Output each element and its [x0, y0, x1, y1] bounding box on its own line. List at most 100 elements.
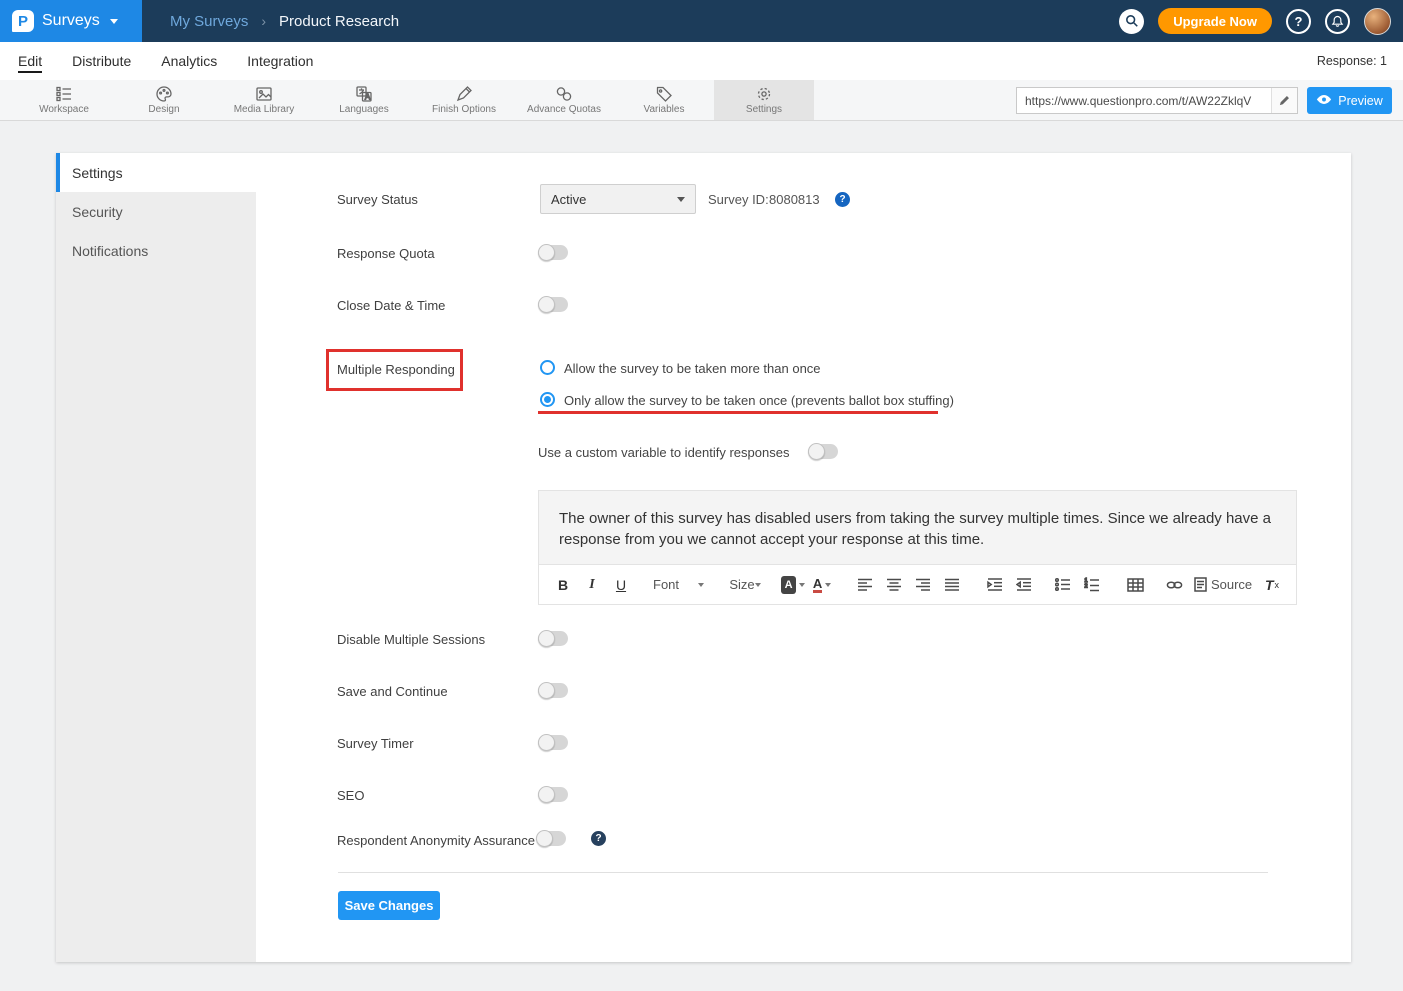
chevron-down-icon — [698, 583, 704, 587]
tab-integration[interactable]: Integration — [247, 42, 313, 80]
save-changes-button[interactable]: Save Changes — [338, 891, 440, 920]
anonymity-help-icon[interactable]: ? — [591, 831, 606, 846]
survey-timer-toggle[interactable] — [538, 735, 568, 750]
toggle-knob — [538, 734, 555, 751]
radio-allow-multiple-label[interactable]: Allow the survey to be taken more than o… — [564, 361, 821, 376]
disable-sessions-toggle[interactable] — [538, 631, 568, 646]
background-color-icon: A — [781, 576, 796, 594]
sidebar-item-security[interactable]: Security — [56, 192, 256, 231]
search-icon[interactable] — [1119, 9, 1144, 34]
chevron-down-icon — [825, 583, 831, 587]
ribbon-media-library-label: Media Library — [234, 104, 295, 115]
multiple-responding-label: Multiple Responding — [337, 362, 455, 377]
ribbon-languages[interactable]: A Languages — [314, 80, 414, 120]
remove-format-T: T — [1265, 577, 1274, 593]
toggle-knob — [538, 786, 555, 803]
bold-button[interactable]: B — [551, 572, 575, 598]
image-icon — [255, 85, 273, 103]
background-color-button[interactable]: A — [781, 572, 805, 598]
ribbon-settings[interactable]: Settings — [714, 80, 814, 120]
indent-button[interactable] — [983, 572, 1007, 598]
survey-status-select[interactable]: Active — [540, 184, 696, 214]
outdent-button[interactable] — [1012, 572, 1036, 598]
gear-icon — [755, 85, 773, 103]
ribbon-media-library[interactable]: Media Library — [214, 80, 314, 120]
response-count[interactable]: Response: 1 — [1317, 54, 1387, 68]
save-continue-toggle[interactable] — [538, 683, 568, 698]
topbar-actions: Upgrade Now ? — [1119, 0, 1391, 42]
custom-variable-label: Use a custom variable to identify respon… — [538, 445, 789, 460]
align-left-button[interactable] — [853, 572, 877, 598]
preview-button-label: Preview — [1338, 94, 1382, 108]
font-dropdown-label: Font — [653, 577, 679, 592]
questionpro-logo: P — [12, 10, 34, 32]
toggle-knob — [538, 630, 555, 647]
ribbon-finish-options[interactable]: Finish Options — [414, 80, 514, 120]
sidebar-item-settings[interactable]: Settings — [56, 153, 256, 192]
upgrade-now-button[interactable]: Upgrade Now — [1158, 8, 1272, 34]
tab-edit[interactable]: Edit — [18, 42, 42, 80]
custom-variable-toggle[interactable] — [808, 444, 838, 459]
ribbon-variables[interactable]: Variables — [614, 80, 714, 120]
font-dropdown[interactable]: Font — [648, 572, 709, 598]
bulleted-list-button[interactable] — [1051, 572, 1075, 598]
ribbon-finish-options-label: Finish Options — [432, 104, 496, 115]
radio-allow-once[interactable] — [540, 392, 555, 407]
align-center-button[interactable] — [882, 572, 906, 598]
underline-button[interactable]: U — [609, 572, 633, 598]
align-right-button[interactable] — [911, 572, 935, 598]
remove-format-x: x — [1275, 580, 1280, 590]
translate-icon: A — [355, 85, 373, 103]
disabled-message-text[interactable]: The owner of this survey has disabled us… — [539, 491, 1296, 564]
preview-button[interactable]: Preview — [1307, 87, 1392, 114]
toggle-knob — [536, 830, 553, 847]
workspace-icon — [55, 85, 73, 103]
editor-toolbar: B I U Font Size A A — [539, 564, 1296, 604]
breadcrumb-current: Product Research — [279, 13, 399, 30]
text-color-button[interactable]: A — [810, 572, 834, 598]
table-button[interactable] — [1123, 572, 1147, 598]
link-icon[interactable] — [1162, 572, 1186, 598]
tab-distribute[interactable]: Distribute — [72, 42, 131, 80]
radio-allow-once-label[interactable]: Only allow the survey to be taken once (… — [564, 393, 954, 408]
ribbon-right: Preview — [1016, 87, 1392, 114]
toggle-knob — [538, 244, 555, 261]
survey-status-label: Survey Status — [337, 192, 418, 207]
breadcrumb-my-surveys[interactable]: My Surveys — [170, 13, 248, 30]
italic-button[interactable]: I — [580, 572, 604, 598]
size-dropdown[interactable]: Size — [724, 572, 766, 598]
toggle-knob — [808, 443, 825, 460]
edit-url-icon[interactable] — [1271, 88, 1297, 113]
seo-toggle[interactable] — [538, 787, 568, 802]
ribbon-advance-quotas[interactable]: Advance Quotas — [514, 80, 614, 120]
survey-timer-label: Survey Timer — [337, 736, 414, 751]
toggle-knob — [538, 296, 555, 313]
anonymity-label: Respondent Anonymity Assurance — [337, 833, 535, 848]
remove-format-button[interactable]: T x — [1260, 572, 1284, 598]
sidebar-item-notifications[interactable]: Notifications — [56, 231, 256, 270]
ribbon-design[interactable]: Design — [114, 80, 214, 120]
survey-id-help-icon[interactable]: ? — [835, 192, 850, 207]
text-color-icon: A — [813, 577, 822, 593]
source-button[interactable]: Source — [1201, 572, 1245, 598]
ribbon-workspace[interactable]: Workspace — [14, 80, 114, 120]
numbered-list-button[interactable]: 12 — [1080, 572, 1104, 598]
palette-icon — [155, 85, 173, 103]
close-date-label: Close Date & Time — [337, 298, 445, 313]
edit-ribbon: Workspace Design Media Library A Languag… — [0, 80, 1403, 121]
close-date-toggle[interactable] — [538, 297, 568, 312]
radio-allow-multiple[interactable] — [540, 360, 555, 375]
tab-analytics[interactable]: Analytics — [161, 42, 217, 80]
justify-button[interactable] — [940, 572, 964, 598]
response-quota-toggle[interactable] — [538, 245, 568, 260]
links-icon — [555, 85, 573, 103]
product-switcher[interactable]: P Surveys — [0, 0, 142, 42]
avatar[interactable] — [1364, 8, 1391, 35]
bell-icon[interactable] — [1325, 9, 1350, 34]
ribbon-workspace-label: Workspace — [39, 104, 89, 115]
survey-status-value: Active — [551, 192, 586, 207]
survey-url-input[interactable] — [1017, 94, 1271, 108]
anonymity-toggle[interactable] — [536, 831, 566, 846]
help-icon[interactable]: ? — [1286, 9, 1311, 34]
disable-sessions-label: Disable Multiple Sessions — [337, 632, 485, 647]
